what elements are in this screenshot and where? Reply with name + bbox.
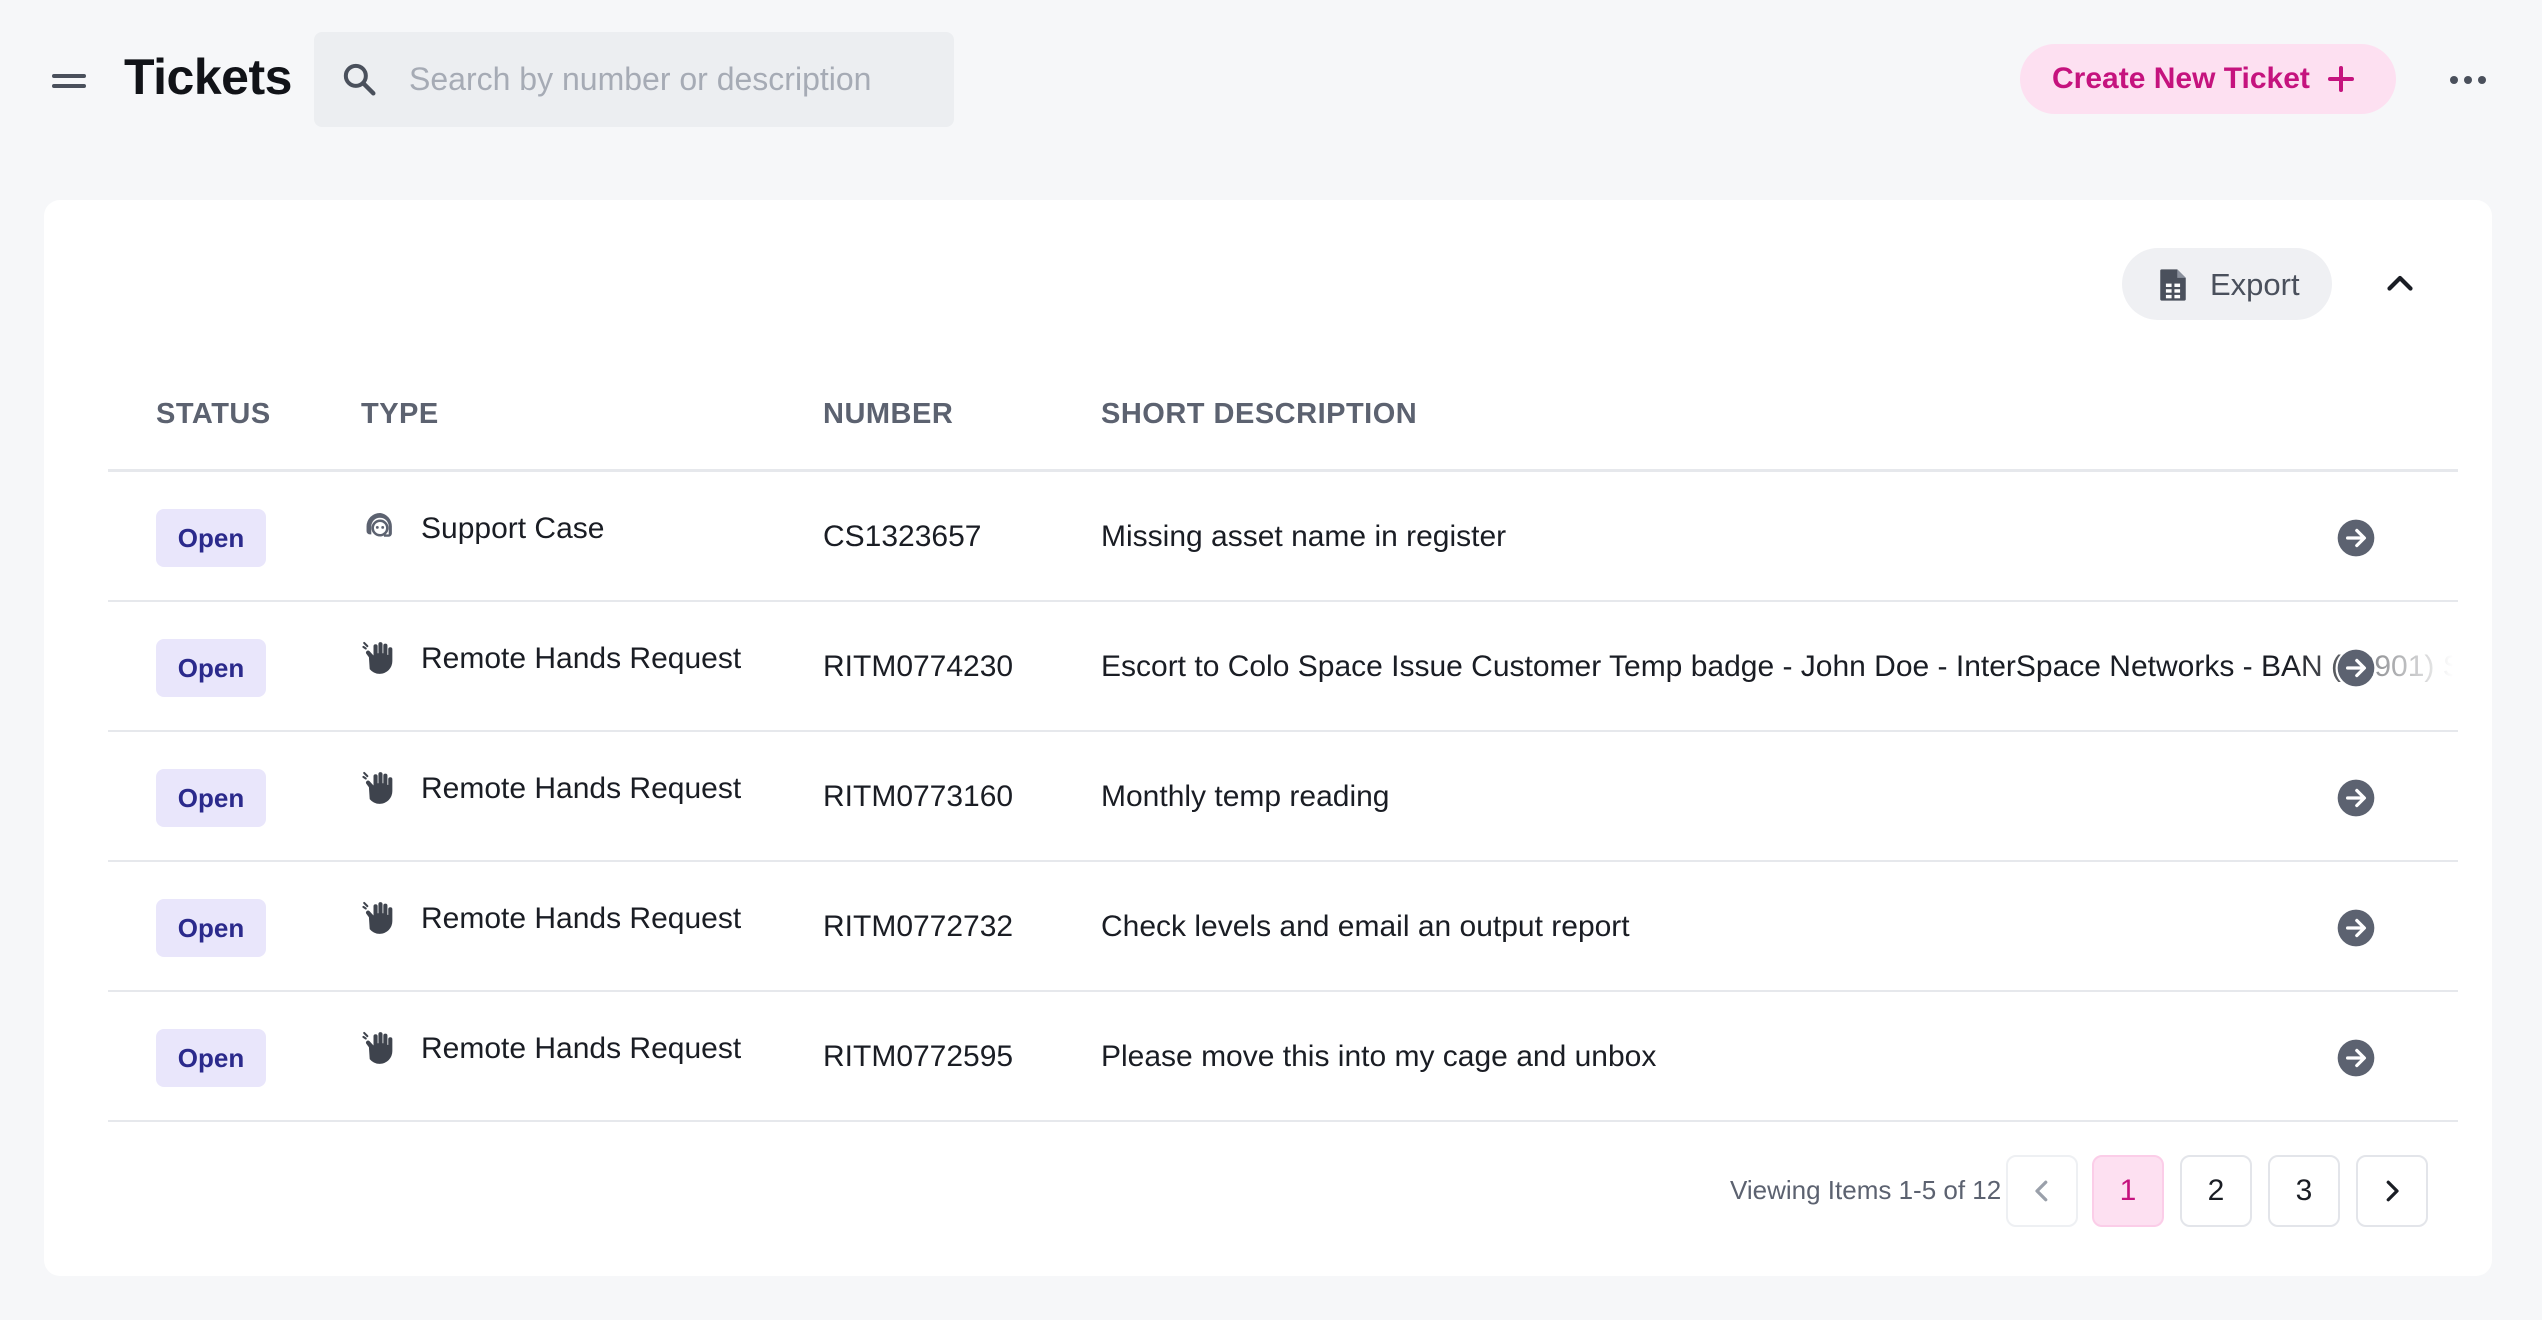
status-badge: Open: [156, 1029, 266, 1087]
table-row[interactable]: Open Remote Hands Request RITM0772732 Ch…: [108, 862, 2458, 992]
export-button[interactable]: Export: [2122, 248, 2332, 320]
page-title: Tickets: [124, 49, 292, 105]
menu-icon[interactable]: [52, 72, 86, 90]
table-row[interactable]: Open Remote Hands Request RITM0772595 Pl…: [108, 992, 2458, 1122]
short-description: Check levels and email an output report: [1101, 910, 1630, 943]
pagination-page-1[interactable]: 1: [2092, 1155, 2164, 1227]
hand-icon: [362, 901, 393, 934]
status-badge: Open: [156, 899, 266, 957]
column-header-type[interactable]: TYPE: [361, 398, 439, 431]
create-new-ticket-label: Create New Ticket: [2052, 62, 2310, 95]
create-new-ticket-button[interactable]: Create New Ticket: [2020, 44, 2396, 114]
chevron-up-icon[interactable]: [2382, 266, 2418, 302]
column-header-short-description[interactable]: SHORT DESCRIPTION: [1101, 398, 1417, 431]
arrow-right-circle-icon[interactable]: [2336, 648, 2376, 688]
hand-icon: [362, 771, 393, 804]
type-label: Support Case: [421, 512, 605, 545]
pagination-page-2[interactable]: 2: [2180, 1155, 2252, 1227]
type-label: Remote Hands Request: [421, 772, 742, 805]
export-label: Export: [2210, 267, 2300, 302]
status-badge: Open: [156, 769, 266, 827]
support-agent-icon: [366, 512, 392, 537]
ticket-number: RITM0774230: [823, 650, 1014, 683]
export-icon: [2160, 269, 2186, 301]
ticket-number: CS1323657: [823, 520, 982, 553]
chevron-right-icon: [2386, 1180, 2399, 1202]
table-header: STATUS TYPE NUMBER SHORT DESCRIPTION: [108, 368, 2458, 472]
type-label: Remote Hands Request: [421, 1032, 742, 1065]
pagination-page-3[interactable]: 3: [2268, 1155, 2340, 1227]
table-row[interactable]: Open Remote Hands Request RITM0774230 Es…: [108, 602, 2458, 732]
pagination-prev-button[interactable]: [2006, 1155, 2078, 1227]
tickets-card: Export STATUS TYPE NUMBER SHORT DESCRIPT…: [44, 200, 2492, 1276]
tickets-table: STATUS TYPE NUMBER SHORT DESCRIPTION Ope…: [108, 368, 2458, 1122]
page-header: Tickets Create New Ticket: [0, 0, 2542, 170]
type-label: Remote Hands Request: [421, 902, 742, 935]
table-row[interactable]: Open Remote Hands Request RITM0773160 Mo…: [108, 732, 2458, 862]
ticket-number: RITM0772595: [823, 1040, 1014, 1073]
ticket-number: RITM0773160: [823, 780, 1014, 813]
more-icon[interactable]: [2450, 74, 2486, 86]
arrow-right-circle-icon[interactable]: [2336, 778, 2376, 818]
short-description: Please move this into my cage and unbox: [1101, 1040, 1657, 1073]
status-badge: Open: [156, 639, 266, 697]
chevron-left-icon: [2035, 1180, 2048, 1202]
ticket-number: RITM0772732: [823, 910, 1014, 943]
arrow-right-circle-icon[interactable]: [2336, 1038, 2376, 1078]
short-description: Missing asset name in register: [1101, 520, 1507, 553]
search-input[interactable]: [409, 32, 939, 127]
hand-icon: [362, 1031, 393, 1064]
plus-icon: [2328, 66, 2354, 92]
status-badge: Open: [156, 509, 266, 567]
column-header-number[interactable]: NUMBER: [823, 398, 953, 431]
arrow-right-circle-icon[interactable]: [2336, 908, 2376, 948]
search-box[interactable]: [314, 32, 954, 127]
type-label: Remote Hands Request: [421, 642, 742, 675]
hand-icon: [362, 641, 393, 674]
pagination-next-button[interactable]: [2356, 1155, 2428, 1227]
short-description: Escort to Colo Space Issue Customer Temp…: [1101, 650, 2453, 683]
short-description: Monthly temp reading: [1101, 780, 1390, 813]
search-icon: [343, 63, 376, 96]
arrow-right-circle-icon[interactable]: [2336, 518, 2376, 558]
pagination-info: Viewing Items 1-5 of 12: [1730, 1175, 2002, 1205]
column-header-status[interactable]: STATUS: [156, 398, 271, 431]
table-row[interactable]: Open Support Case CS1323657 Missing asse…: [108, 472, 2458, 602]
